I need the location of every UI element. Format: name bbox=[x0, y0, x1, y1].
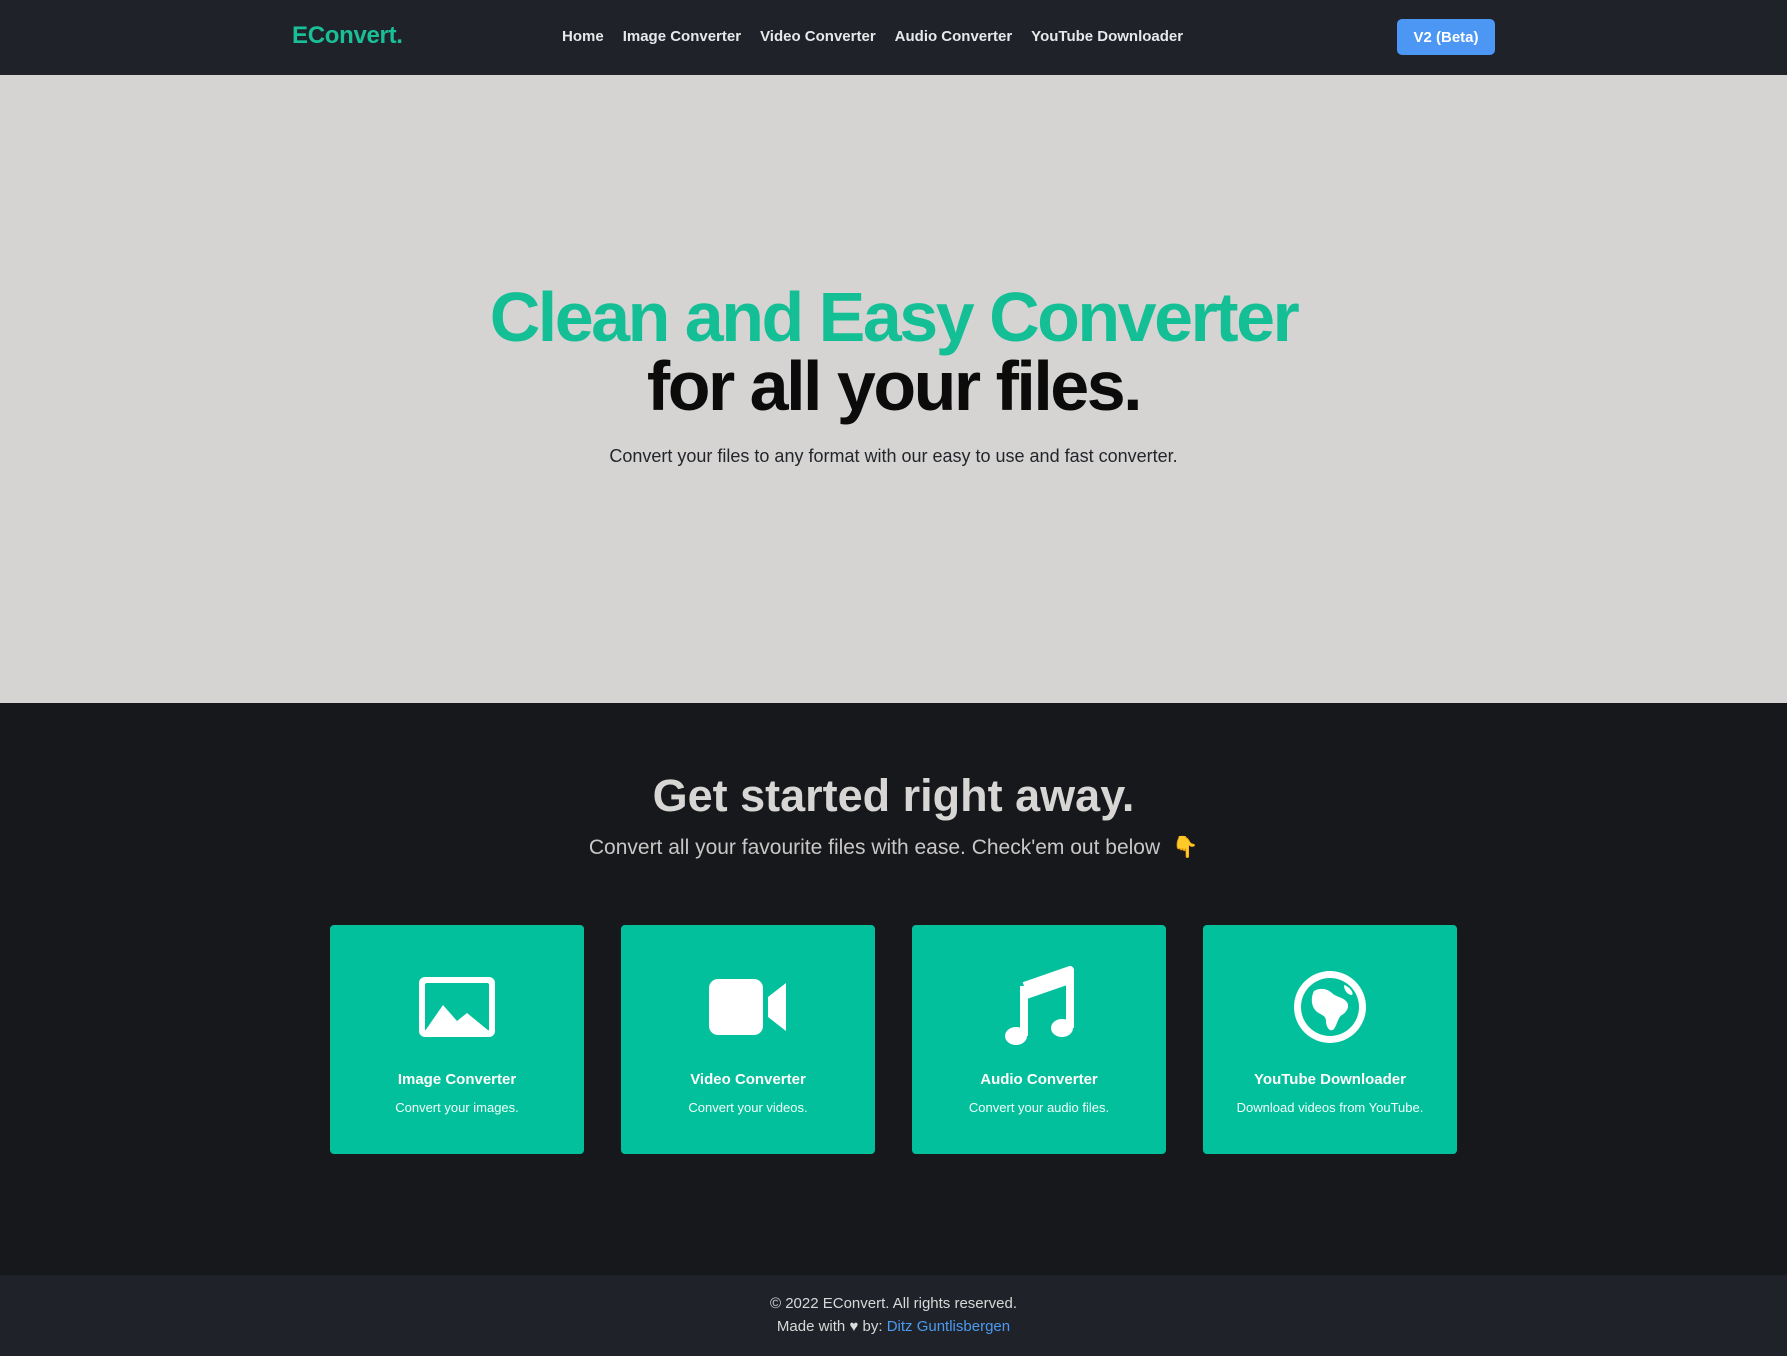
video-camera-icon bbox=[621, 968, 875, 1046]
footer-credits: Made with ♥ by: Ditz Guntlisbergen bbox=[0, 1318, 1787, 1335]
made-with-text: Made with bbox=[776, 1318, 846, 1335]
hero-title-line2: for all your files. bbox=[646, 347, 1143, 425]
card-description: Download videos from YouTube. bbox=[1236, 1100, 1424, 1115]
card-description: Convert your images. bbox=[395, 1100, 519, 1115]
pointing-down-icon: 👇 bbox=[1171, 836, 1199, 859]
get-started-title: Get started right away. bbox=[652, 770, 1135, 821]
nav-audio-converter[interactable]: Audio Converter bbox=[895, 28, 1013, 45]
youtube-downloader-card[interactable]: YouTube Downloader Download videos from … bbox=[1203, 925, 1457, 1154]
by-text: by: bbox=[862, 1318, 883, 1335]
author-link[interactable]: Ditz Guntlisbergen bbox=[887, 1318, 1010, 1335]
heart-icon: ♥ bbox=[849, 1318, 859, 1335]
nav-home[interactable]: Home bbox=[562, 28, 604, 45]
card-title: Video Converter bbox=[690, 1071, 806, 1088]
nav-youtube-downloader[interactable]: YouTube Downloader bbox=[1031, 28, 1183, 45]
music-note-icon bbox=[912, 966, 1166, 1046]
nav-image-converter[interactable]: Image Converter bbox=[623, 28, 741, 45]
card-description: Convert your videos. bbox=[688, 1100, 808, 1115]
image-converter-card[interactable]: Image Converter Convert your images. bbox=[330, 925, 584, 1154]
card-title: Image Converter bbox=[397, 1071, 517, 1088]
nav-links: Home Image Converter Video Converter Aud… bbox=[562, 28, 1183, 45]
nav-video-converter[interactable]: Video Converter bbox=[760, 28, 876, 45]
get-started-subtitle: Convert all your favourite files with ea… bbox=[0, 836, 1787, 860]
card-title: YouTube Downloader bbox=[1254, 1071, 1406, 1088]
audio-converter-card[interactable]: Audio Converter Convert your audio files… bbox=[912, 925, 1166, 1154]
get-started-subtitle-text: Convert all your favourite files with ea… bbox=[588, 836, 1161, 859]
v2-beta-button[interactable]: V2 (Beta) bbox=[1397, 19, 1495, 55]
card-description: Convert your audio files. bbox=[968, 1100, 1110, 1115]
brand-logo[interactable]: EConvert. bbox=[292, 22, 403, 50]
globe-icon bbox=[1203, 968, 1457, 1046]
footer: © 2022 EConvert. All rights reserved. Ma… bbox=[0, 1275, 1787, 1356]
card-title: Audio Converter bbox=[980, 1071, 1098, 1088]
hero-title-line1: Clean and Easy Converter bbox=[489, 278, 1300, 356]
navbar: EConvert. Home Image Converter Video Con… bbox=[0, 0, 1787, 75]
video-converter-card[interactable]: Video Converter Convert your videos. bbox=[621, 925, 875, 1154]
hero-section: Clean and Easy Converter for all your fi… bbox=[0, 75, 1787, 703]
image-icon bbox=[330, 968, 584, 1046]
footer-copyright: © 2022 EConvert. All rights reserved. bbox=[769, 1295, 1017, 1312]
hero-subtitle: Convert your files to any format with ou… bbox=[609, 446, 1178, 466]
get-started-section: Get started right away. Convert all your… bbox=[0, 703, 1787, 1275]
